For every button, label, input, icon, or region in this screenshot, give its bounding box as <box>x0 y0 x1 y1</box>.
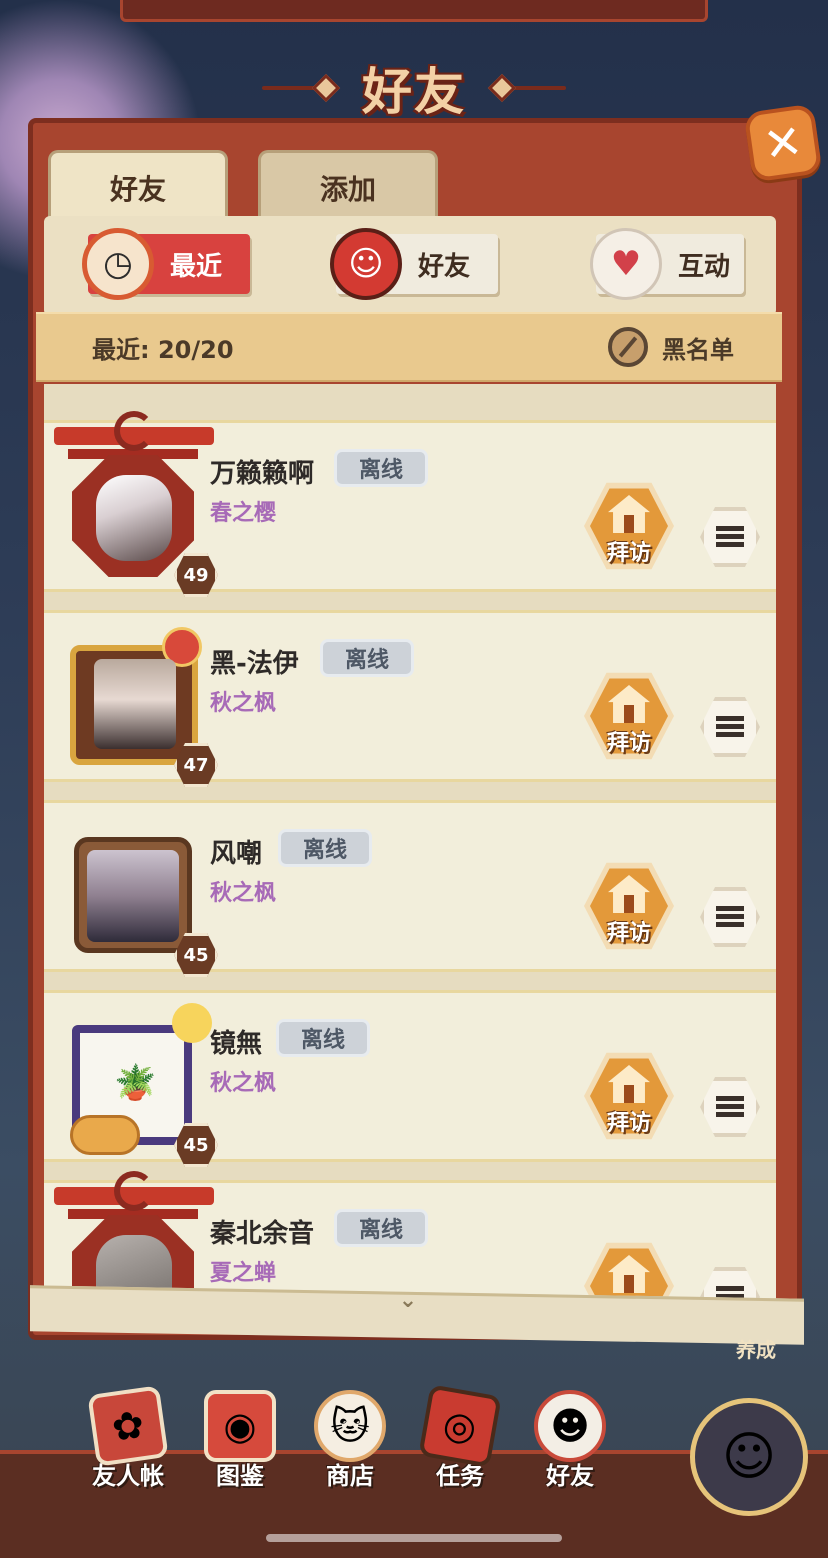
server-name: 秋之枫 <box>210 881 277 906</box>
server-name: 春之樱 <box>210 501 277 526</box>
nav-codex[interactable]: ◉ 图鉴 <box>192 1390 288 1500</box>
more-menu-button[interactable] <box>700 507 760 567</box>
friend-row[interactable]: 🪴 45 镜無 离线 秋之枫 拜访 <box>44 990 776 1167</box>
filter-recent-label: 最近 <box>170 251 223 282</box>
avatar[interactable]: 47 <box>64 625 218 787</box>
filter-recent-button[interactable]: ◷ 最近 <box>82 228 250 300</box>
avatar-photo <box>94 659 176 749</box>
menu-icon <box>716 716 744 738</box>
nav-label: 图鉴 <box>216 1462 264 1490</box>
page-title: 好友 <box>362 63 466 121</box>
filter-interact-label: 互动 <box>678 251 731 282</box>
blacklist-label: 黑名单 <box>662 335 734 364</box>
menu-icon <box>716 526 744 548</box>
top-panel-edge <box>120 0 708 22</box>
chevron-down-icon[interactable]: ⌄ <box>388 1288 428 1313</box>
nav-label: 商店 <box>326 1462 374 1490</box>
visit-button[interactable]: 拜访 <box>584 671 674 761</box>
daruma-icon: ☺ <box>330 228 402 300</box>
visit-button[interactable]: 拜访 <box>584 481 674 571</box>
nav-shop[interactable]: 🐱 商店 <box>302 1390 398 1500</box>
avatar[interactable]: 45 <box>64 815 218 977</box>
lucky-cat-icon: 🐱 <box>314 1390 386 1462</box>
server-name: 夏之蝉 <box>210 1261 277 1286</box>
menu-icon <box>716 906 744 928</box>
visit-button[interactable]: 拜访 <box>584 861 674 951</box>
friend-name: 黑-法伊 <box>210 649 299 679</box>
friend-name: 秦北余音 <box>210 1219 315 1249</box>
friend-name: 万籁籁啊 <box>210 459 315 489</box>
nav-label: 好友 <box>546 1462 594 1490</box>
tab-add[interactable]: 添加 <box>258 150 438 222</box>
status-badge: 离线 <box>320 639 415 677</box>
friend-name: 风嘲 <box>210 839 263 869</box>
nav-friends[interactable]: ☻ 好友 <box>522 1390 618 1500</box>
friends-dolls-icon: ☻ <box>534 1390 606 1462</box>
more-menu-button[interactable] <box>700 1077 760 1137</box>
server-name: 秋之枫 <box>210 1071 277 1096</box>
level-badge: 49 <box>174 553 218 597</box>
filter-friends-label: 好友 <box>418 251 471 282</box>
character-icon: ☺ <box>721 1427 777 1487</box>
character-tag: 养成 <box>736 1338 776 1362</box>
server-name: 秋之枫 <box>210 691 277 716</box>
nav-tasks[interactable]: ◎ 任务 <box>412 1384 508 1500</box>
eye-scroll-icon: ◉ <box>204 1390 276 1462</box>
friend-row[interactable]: 47 黑-法伊 离线 秋之枫 拜访 <box>44 610 776 787</box>
friend-row[interactable]: 秦北余音 离线 夏之蝉 拜访 <box>44 1171 776 1302</box>
friend-row[interactable]: 49 万籁籁啊 离线 春之樱 拜访 <box>44 411 776 597</box>
avatar[interactable]: 🪴 45 <box>64 1003 218 1167</box>
gift-doll-icon: ♥ <box>590 228 662 300</box>
menu-icon <box>716 1096 744 1118</box>
visit-label: 拜访 <box>606 921 651 946</box>
filter-friends-button[interactable]: ☺ 好友 <box>330 228 498 300</box>
close-button[interactable]: ✕ <box>743 103 823 183</box>
tab-friends[interactable]: 好友 <box>48 150 228 222</box>
home-indicator[interactable] <box>266 1534 562 1542</box>
avatar-photo <box>96 475 172 561</box>
status-badge: 离线 <box>334 1209 429 1247</box>
avatar[interactable]: 49 <box>54 411 218 597</box>
ban-icon <box>608 327 648 367</box>
blacklist-button[interactable]: 黑名单 <box>608 327 734 367</box>
visit-label: 拜访 <box>606 1111 651 1136</box>
status-badge: 离线 <box>276 1019 371 1057</box>
task-scroll-icon: ◎ <box>418 1384 502 1468</box>
visit-label: 拜访 <box>606 541 651 566</box>
filter-interact-button[interactable]: ♥ 互动 <box>590 228 744 300</box>
title-bar: 好友 <box>0 50 828 126</box>
clock-icon: ◷ <box>82 228 154 300</box>
friend-list[interactable]: 49 万籁籁啊 离线 春之樱 拜访 47 黑-法伊 离线 秋之枫 拜访 45 风… <box>44 384 776 1302</box>
nav-friend-book[interactable]: ✿ 友人帐 <box>80 1385 176 1500</box>
title-ornament-left <box>262 86 332 90</box>
visit-button[interactable]: 拜访 <box>584 1051 674 1141</box>
friend-name: 镜無 <box>210 1029 263 1059</box>
recent-count: 最近: 20/20 <box>92 335 234 364</box>
visit-button[interactable]: 拜访 <box>584 1241 674 1302</box>
visit-label: 拜访 <box>606 731 651 756</box>
avatar-photo <box>87 850 179 942</box>
friend-row[interactable]: 45 风嘲 离线 秋之枫 拜访 <box>44 800 776 977</box>
character-avatar-button[interactable]: ☺ <box>690 1398 808 1516</box>
info-bar: 最近: 20/20 黑名单 <box>36 312 782 382</box>
more-menu-button[interactable] <box>700 697 760 757</box>
card-book-icon: ✿ <box>87 1385 169 1467</box>
close-icon: ✕ <box>760 113 806 173</box>
plant-pot-icon: 🪴 <box>114 1063 157 1103</box>
more-menu-button[interactable] <box>700 887 760 947</box>
status-badge: 离线 <box>334 449 429 487</box>
title-ornament-right <box>496 86 566 90</box>
status-badge: 离线 <box>278 829 373 867</box>
bottom-nav: ✿ 友人帐 ◉ 图鉴 🐱 商店 ◎ 任务 ☻ 好友 ☺ <box>0 1384 828 1558</box>
